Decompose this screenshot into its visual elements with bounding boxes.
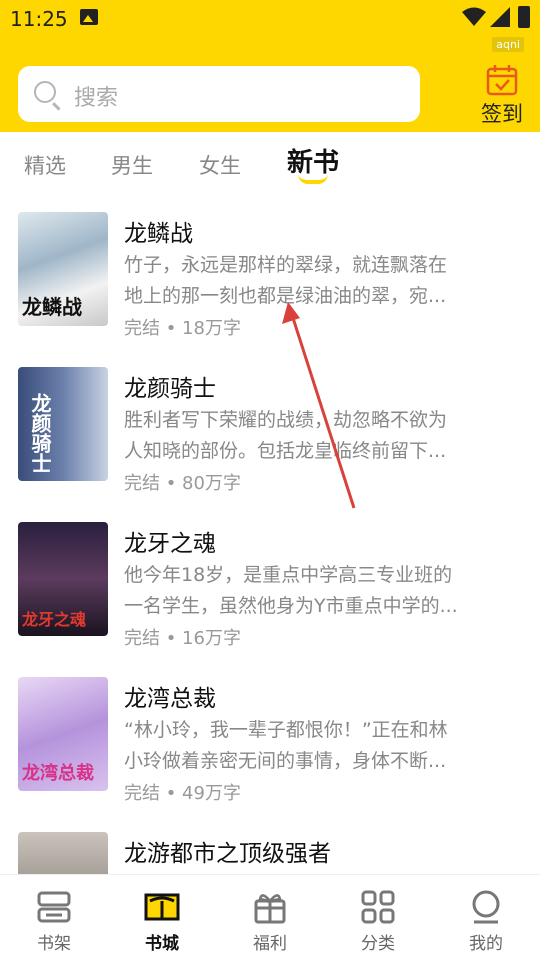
grid-icon: [361, 890, 395, 924]
book-description: 竹子，永远是那样的翠绿，就连飘落在 地上的那一刻也都是绿油油的翠，宛...: [124, 250, 486, 312]
book-cover: 龙颜骑士: [18, 367, 108, 481]
bookstore-icon: [144, 893, 180, 921]
signin-label: 签到: [481, 102, 523, 126]
book-title: 龙鳞战: [124, 221, 193, 247]
tab-female[interactable]: 女生: [199, 150, 241, 180]
book-meta: 完结 • 80万字: [124, 473, 241, 494]
category-tabs: 精选 男生 女生 新书: [0, 132, 540, 192]
nav-category[interactable]: 分类: [324, 875, 432, 961]
desc-line: 人知晓的部份。包括龙皇临终前留下...: [124, 440, 447, 462]
bottom-nav: 书架 书城 福利 分类 我的: [0, 874, 540, 961]
status-time: 11:25: [10, 7, 68, 31]
wifi-icon: [462, 7, 486, 26]
nav-label: 我的: [469, 934, 503, 954]
book-title: 龙湾总裁: [124, 686, 216, 712]
gift-icon: [254, 894, 286, 924]
signal-icon: [490, 7, 510, 27]
nav-bookshelf[interactable]: 书架: [0, 875, 108, 961]
book-cover: 龙牙之魂: [18, 522, 108, 636]
book-item[interactable]: 龙颜骑士 龙颜骑士 胜利者写下荣耀的战绩，劫忽略不欲为 人知晓的部份。包括龙皇临…: [0, 367, 540, 497]
nav-profile[interactable]: 我的: [432, 875, 540, 961]
book-meta: 完结 • 49万字: [124, 783, 241, 804]
book-meta: 完结 • 18万字: [124, 318, 241, 339]
app-badge: aqni: [492, 37, 524, 52]
battery-icon: [518, 6, 530, 28]
book-title: 龙游都市之顶级强者: [124, 841, 331, 867]
book-title: 龙颜骑士: [124, 376, 216, 402]
search-icon: [34, 81, 56, 103]
desc-line: 竹子，永远是那样的翠绿，就连飘落在: [124, 254, 448, 276]
desc-line: 地上的那一刻也都是绿油油的翠，宛...: [124, 285, 447, 307]
desc-line: 胜利者写下荣耀的战绩，劫忽略不欲为: [124, 409, 448, 431]
nav-label: 书架: [37, 934, 71, 954]
desc-line: 小玲做着亲密无间的事情，身体不断...: [124, 750, 447, 772]
search-placeholder: 搜索: [74, 86, 119, 111]
profile-icon: [472, 890, 500, 924]
cover-title: 龙鳞战: [22, 295, 82, 319]
book-description: 胜利者写下荣耀的战绩，劫忽略不欲为 人知晓的部份。包括龙皇临终前留下...: [124, 405, 486, 467]
cover-title: 龙颜骑士: [28, 393, 52, 473]
bookshelf-icon: [37, 891, 71, 923]
nav-welfare[interactable]: 福利: [216, 875, 324, 961]
status-bar: 11:25 aqni: [0, 0, 540, 52]
tab-male[interactable]: 男生: [111, 150, 153, 180]
desc-line: 一名学生，虽然他身为Y市重点中学的...: [124, 595, 458, 617]
book-item[interactable]: 龙牙之魂 龙牙之魂 他今年18岁，是重点中学高三专业班的 一名学生，虽然他身为Y…: [0, 522, 540, 652]
book-description: “林小玲，我一辈子都恨你！”正在和林 小玲做着亲密无间的事情，身体不断...: [124, 715, 486, 777]
image-notification-icon: [80, 9, 98, 25]
desc-line: “林小玲，我一辈子都恨你！”正在和林: [124, 719, 448, 741]
nav-bookstore[interactable]: 书城: [108, 875, 216, 961]
book-meta: 完结 • 16万字: [124, 628, 241, 649]
tab-featured[interactable]: 精选: [24, 150, 66, 180]
book-item[interactable]: 龙游都市之顶级强者: [0, 832, 540, 874]
nav-label: 分类: [361, 934, 395, 954]
calendar-check-icon: [486, 65, 518, 96]
nav-label: 福利: [253, 934, 287, 954]
app-header: 11:25 aqni 搜索 签到: [0, 0, 540, 132]
book-cover: 龙鳞战: [18, 212, 108, 326]
cover-title: 龙湾总裁: [22, 763, 94, 784]
book-item[interactable]: 龙湾总裁 龙湾总裁 “林小玲，我一辈子都恨你！”正在和林 小玲做着亲密无间的事情…: [0, 677, 540, 807]
book-title: 龙牙之魂: [124, 531, 216, 557]
book-item[interactable]: 龙鳞战 龙鳞战 竹子，永远是那样的翠绿，就连飘落在 地上的那一刻也都是绿油油的翠…: [0, 212, 540, 342]
signin-button[interactable]: 签到: [476, 62, 528, 128]
book-cover: 龙湾总裁: [18, 677, 108, 791]
nav-label: 书城: [145, 934, 179, 954]
cover-title: 龙牙之魂: [22, 610, 87, 629]
book-cover: [18, 832, 108, 874]
desc-line: 他今年18岁，是重点中学高三专业班的: [124, 564, 453, 586]
book-description: 他今年18岁，是重点中学高三专业班的 一名学生，虽然他身为Y市重点中学的...: [124, 560, 486, 622]
search-input[interactable]: 搜索: [18, 66, 420, 122]
